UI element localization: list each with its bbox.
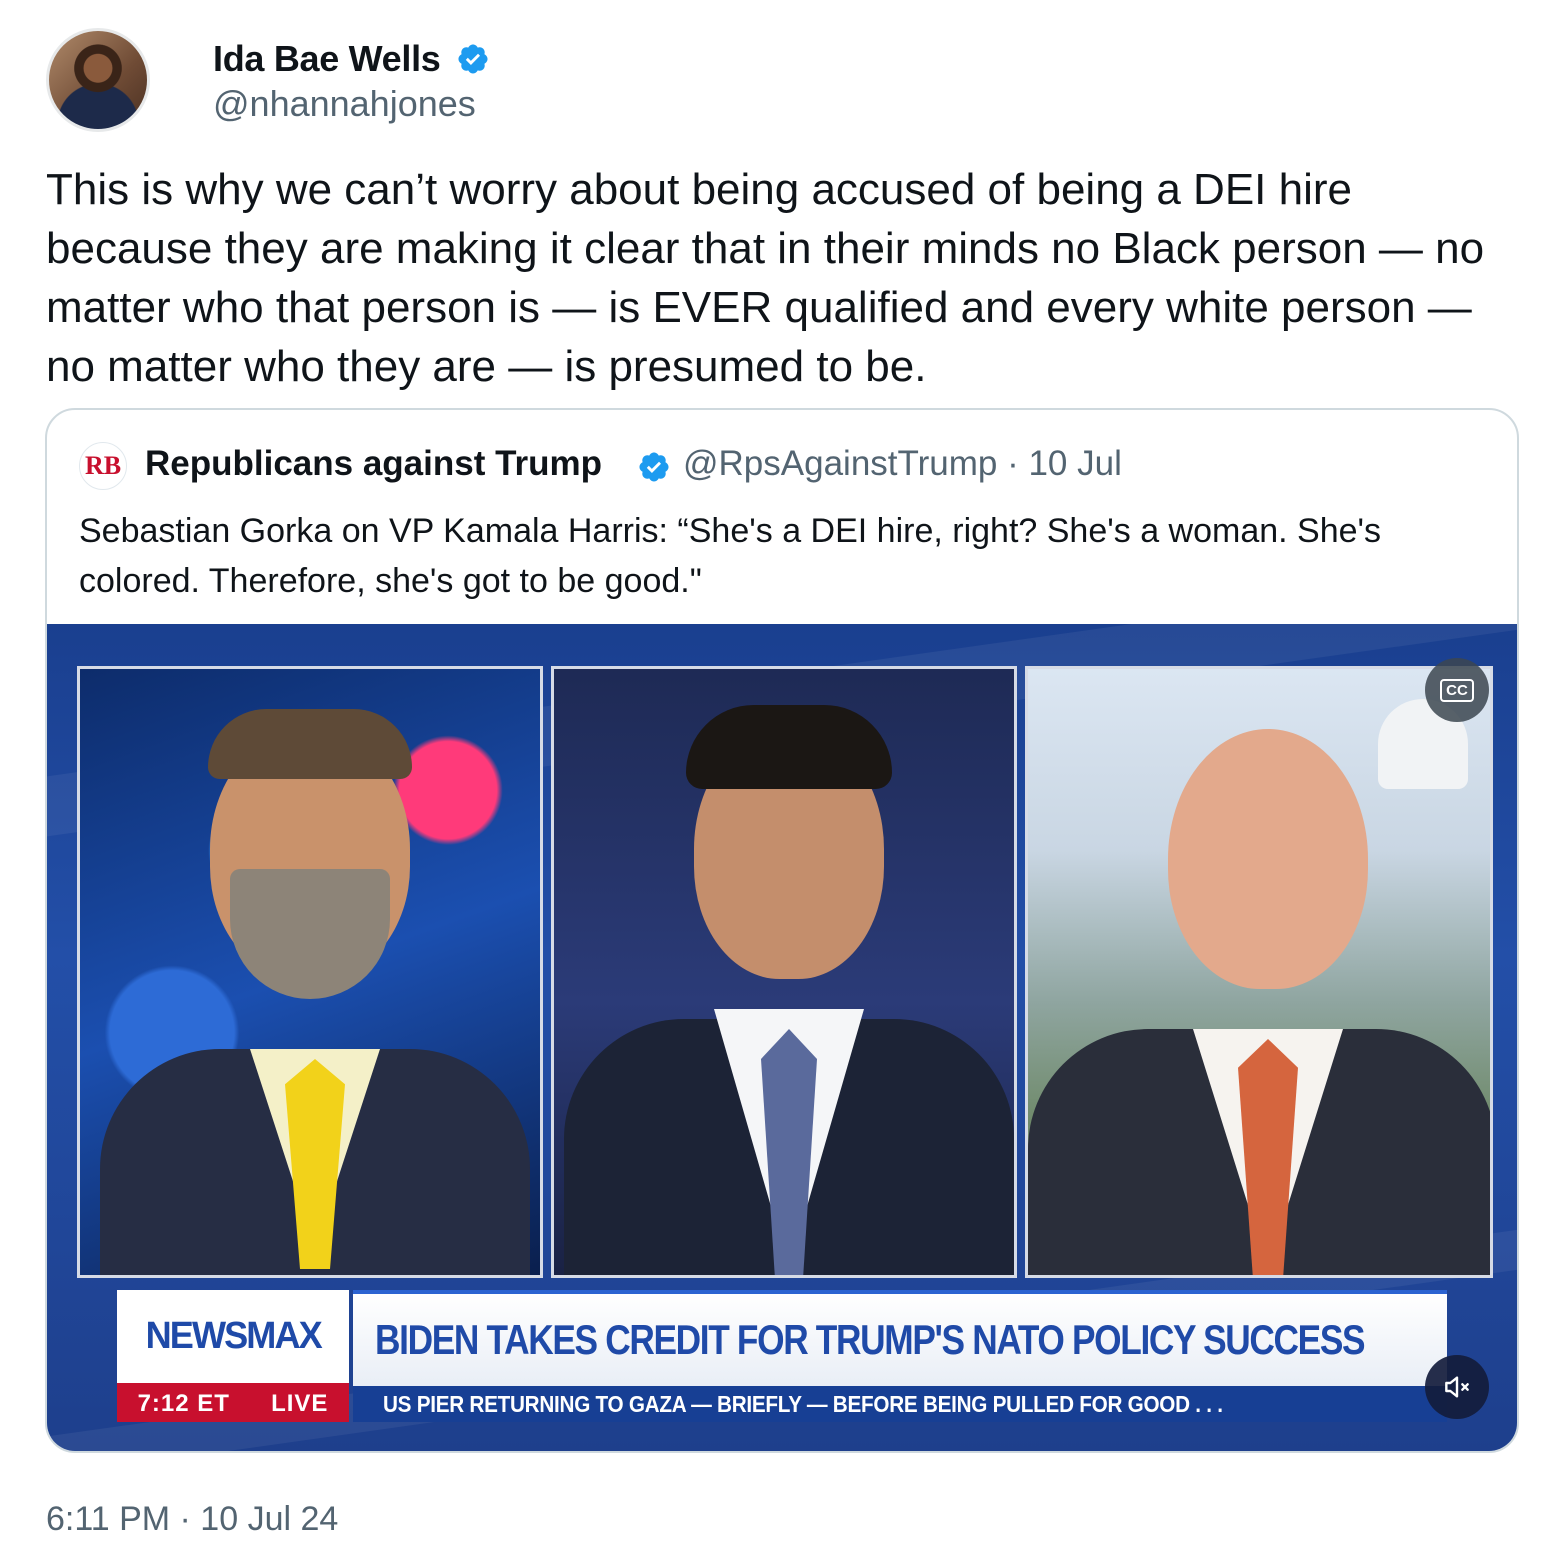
meta-separator: · — [1007, 444, 1019, 483]
network-logo: NEWSMAX — [117, 1290, 349, 1386]
quoted-avatar-logo: RB — [84, 451, 122, 480]
quoted-author-avatar[interactable]: RB — [79, 442, 127, 490]
author-display-name[interactable]: Ida Bae Wells — [213, 38, 441, 80]
network-logo-text: NEWSMAX — [145, 1315, 322, 1357]
quoted-tweet[interactable]: RB Republicans against Trump @RpsAgainst… — [45, 408, 1519, 1453]
video-panel-center — [551, 666, 1017, 1278]
quoted-author-handle[interactable]: @RpsAgainstTrump — [683, 444, 997, 483]
tweet-text: This is why we can’t worry about being a… — [46, 165, 1485, 391]
quoted-tweet-meta: @RpsAgainstTrump · 10 Jul — [683, 444, 1122, 484]
chyron-ticker-text: US PIER RETURNING TO GAZA — BRIEFLY — BE… — [383, 1390, 1223, 1417]
video-player[interactable]: CC NEWSMAX BIDEN TAKES CREDIT FOR TRUMP'… — [47, 624, 1517, 1451]
news-chyron: NEWSMAX BIDEN TAKES CREDIT FOR TRUMP'S N… — [117, 1290, 1447, 1422]
tweet-timestamp[interactable]: 6:11 PM · 10 Jul 24 — [46, 1500, 338, 1539]
chyron-live: LIVE — [271, 1390, 329, 1417]
video-panel-right — [1025, 666, 1493, 1278]
quoted-tweet-text: Sebastian Gorka on VP Kamala Harris: “Sh… — [79, 512, 1382, 600]
chyron-time: 7:12 ET — [137, 1390, 230, 1417]
mute-button[interactable] — [1425, 1355, 1489, 1419]
hair-shape — [686, 705, 892, 789]
closed-captions-button[interactable]: CC — [1425, 658, 1489, 722]
author-handle[interactable]: @nhannahjones — [213, 83, 476, 125]
head-shape — [1168, 729, 1368, 989]
chyron-headline: BIDEN TAKES CREDIT FOR TRUMP'S NATO POLI… — [353, 1290, 1447, 1386]
closed-captions-icon: CC — [1440, 678, 1474, 702]
author-name-text[interactable]: Ida Bae Wells — [213, 38, 441, 79]
chyron-headline-text: BIDEN TAKES CREDIT FOR TRUMP'S NATO POLI… — [375, 1316, 1366, 1363]
quoted-author-display-name[interactable]: Republicans against Trump — [145, 444, 602, 484]
video-panel-left — [77, 666, 543, 1278]
quoted-tweet-date[interactable]: 10 Jul — [1028, 444, 1121, 483]
chyron-ticker: US PIER RETURNING TO GAZA — BRIEFLY — BE… — [353, 1386, 1447, 1422]
chyron-time-bar: 7:12 ET LIVE — [117, 1386, 349, 1422]
author-avatar[interactable] — [46, 28, 150, 132]
speaker-muted-icon — [1445, 1376, 1469, 1398]
beard-shape — [230, 869, 390, 999]
verified-badge-icon — [639, 452, 669, 482]
hair-shape — [208, 709, 412, 779]
tweet: Ida Bae Wells @nhannahjones This is why … — [0, 0, 1559, 1560]
verified-badge-icon — [458, 44, 488, 74]
